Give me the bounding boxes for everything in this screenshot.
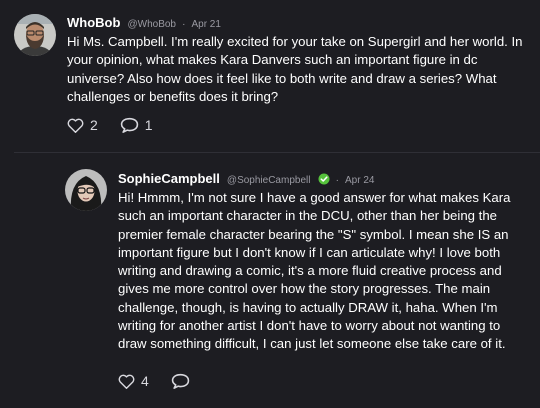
comment-icon bbox=[171, 373, 190, 389]
post-text: Hi! Hmmm, I'm not sure I have a good ans… bbox=[118, 190, 511, 352]
reply-button[interactable] bbox=[171, 373, 196, 389]
post-date[interactable]: Apr 24 bbox=[345, 175, 374, 186]
separator: · bbox=[182, 19, 186, 30]
like-button[interactable]: 2 bbox=[67, 117, 98, 133]
post-header: SophieCampbell @SophieCampbell · Apr 24 bbox=[118, 171, 374, 186]
post-actions: 2 1 bbox=[67, 117, 175, 133]
post-text: Hi Ms. Campbell. I'm really excited for … bbox=[67, 34, 523, 104]
post-sophiecampbell: SophieCampbell @SophieCampbell · Apr 24 … bbox=[0, 153, 540, 408]
separator: · bbox=[335, 175, 339, 186]
like-count: 2 bbox=[90, 117, 98, 133]
author-name[interactable]: SophieCampbell bbox=[118, 171, 220, 186]
post-header: WhoBob @WhoBob · Apr 21 bbox=[67, 15, 221, 30]
avatar[interactable] bbox=[65, 169, 107, 211]
reply-button[interactable]: 1 bbox=[120, 117, 153, 133]
author-handle[interactable]: @WhoBob bbox=[127, 19, 176, 30]
heart-icon bbox=[67, 118, 84, 133]
post-actions: 4 bbox=[118, 373, 218, 389]
post-date[interactable]: Apr 21 bbox=[191, 19, 220, 30]
like-button[interactable]: 4 bbox=[118, 373, 149, 389]
post-whobob: WhoBob @WhoBob · Apr 21 Hi Ms. Campbell.… bbox=[0, 0, 540, 150]
author-handle[interactable]: @SophieCampbell bbox=[227, 175, 311, 186]
reply-count: 1 bbox=[144, 117, 153, 133]
like-count: 4 bbox=[141, 373, 149, 389]
verified-badge-icon bbox=[318, 173, 330, 185]
bearded-man-avatar-icon bbox=[14, 14, 56, 56]
author-name[interactable]: WhoBob bbox=[67, 15, 120, 30]
avatar[interactable] bbox=[14, 14, 56, 56]
comment-icon bbox=[120, 117, 139, 133]
heart-icon bbox=[118, 374, 135, 389]
woman-glasses-avatar-icon bbox=[65, 169, 107, 211]
